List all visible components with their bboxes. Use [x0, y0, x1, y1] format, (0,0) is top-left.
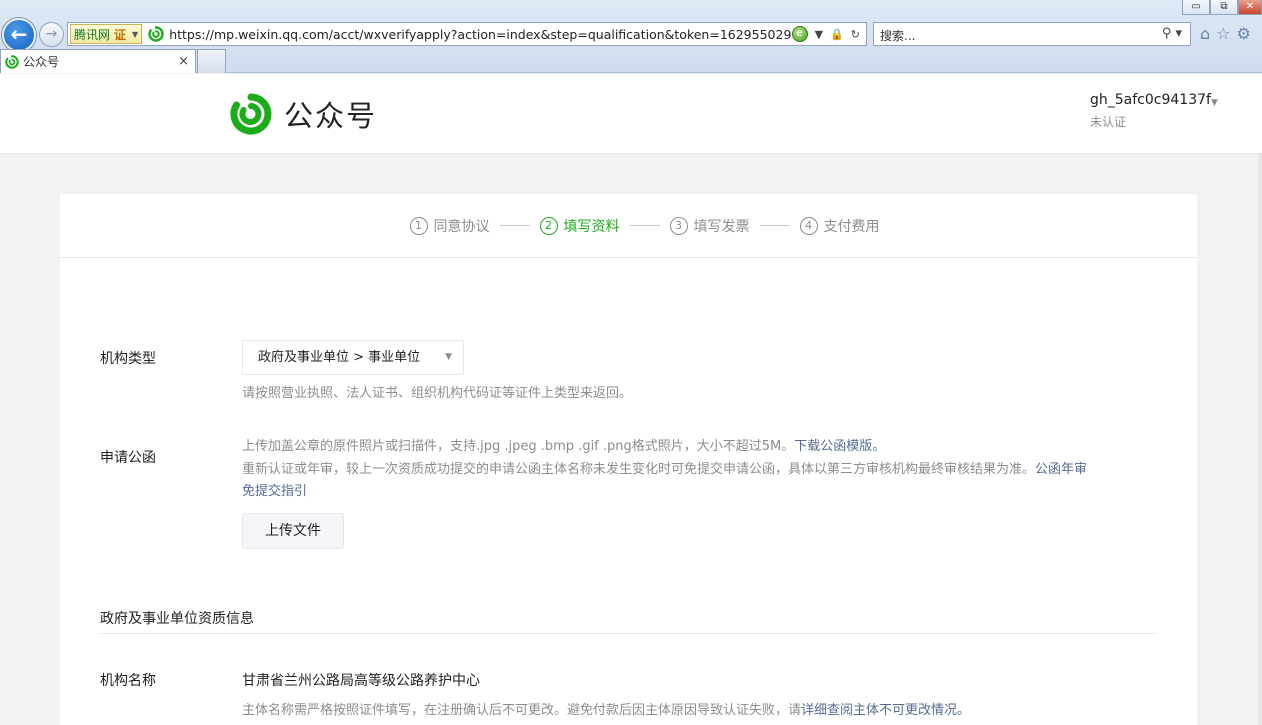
step-number: 3: [669, 216, 688, 235]
tab-favicon-icon: [5, 54, 19, 69]
logo-text: 公众号: [284, 99, 378, 133]
restore-button[interactable]: ⧉: [1210, 0, 1238, 15]
account-name: gh_5afc0c94137f: [1090, 92, 1211, 108]
application-letter-tip: 上传加盖公章的原件照片或扫描件，支持.jpg .jpeg .bmp .gif .…: [242, 436, 1157, 459]
refresh-icon[interactable]: ↻: [851, 28, 860, 41]
tab-active[interactable]: 公众号 ×: [0, 49, 196, 73]
step-number: 2: [539, 216, 558, 235]
chevron-down-icon[interactable]: ▼: [815, 28, 823, 41]
close-window-button[interactable]: ✕: [1238, 0, 1262, 15]
exemption-text: 重新认证或年审，较上一次资质成功提交的申请公函主体名称未发生变化时可免提交申请公…: [242, 461, 1036, 477]
step-divider: [629, 225, 660, 226]
upload-file-button[interactable]: 上传文件: [242, 512, 344, 549]
gear-icon[interactable]: ⚙: [1237, 24, 1251, 43]
address-bar[interactable]: 腾讯网 证 ▼ https://mp.weixin.qq.com/acct/wx…: [67, 22, 867, 46]
chevron-down-icon: ▼: [445, 352, 452, 362]
org-type-value: 政府及事业单位 > 事业单位: [258, 350, 421, 365]
page-content: 公众号 gh_5afc0c94137f ▼ 未认证 1 同意协议 2 填写资料 …: [0, 74, 1262, 725]
step-divider: [759, 225, 790, 226]
search-placeholder: 搜索...: [880, 29, 916, 43]
site-favicon-icon: [148, 26, 164, 42]
search-icon[interactable]: ⚲ ▾: [1162, 26, 1182, 41]
step-invoice: 3 填写发票: [669, 216, 750, 236]
tab-title: 公众号: [23, 55, 60, 69]
org-name-tip-text: 主体名称需严格按照证件填写，在注册确认后不可更改。避免付款后因主体原因导致认证失…: [242, 703, 802, 718]
tab-bar: 公众号 ×: [0, 49, 1262, 73]
org-name-label: 机构名称: [100, 673, 156, 689]
step-fill-info: 2 填写资料: [539, 216, 620, 236]
compatibility-view-icon[interactable]: e: [791, 26, 808, 42]
url-text[interactable]: https://mp.weixin.qq.com/acct/wxverifyap…: [169, 27, 791, 42]
org-name-value: 甘肃省兰州公路局高等级公路养护中心: [242, 673, 480, 689]
security-provider-badge[interactable]: 腾讯网 证 ▼: [70, 24, 143, 44]
org-type-tip: 请按照营业执照、法人证书、组织机构代码证等证件上类型来返回。: [242, 386, 633, 401]
org-name-tip: 主体名称需严格按照证件填写，在注册确认后不可更改。避免付款后因主体原因导致认证失…: [242, 700, 1157, 723]
window-controls: ▭ ⧉ ✕: [1182, 0, 1262, 16]
download-template-link[interactable]: 下载公函模版。: [794, 439, 885, 454]
provider-label: 腾讯网: [74, 27, 111, 42]
lock-icon[interactable]: 🔒: [830, 28, 844, 41]
org-name-field: 甘肃省兰州公路局高等级公路养护中心 主体名称需严格按照证件填写，在注册确认后不可…: [242, 670, 1157, 723]
exemption-tip: 重新认证或年审，较上一次资质成功提交的申请公函主体名称未发生变化时可免提交申请公…: [242, 459, 1157, 504]
step-label: 同意协议: [433, 218, 490, 235]
application-letter-field: 上传加盖公章的原件照片或扫描件，支持.jpg .jpeg .bmp .gif .…: [242, 436, 1157, 549]
address-tools: e ▼ 🔒 ↻: [791, 26, 866, 42]
unchangeable-info-link[interactable]: 详细查阅主体不可更改情况。: [801, 703, 970, 718]
section-title: 政府及事业单位资质信息: [100, 611, 254, 627]
search-input[interactable]: 搜索... ⚲ ▾: [873, 22, 1191, 46]
verification-status: 未认证: [1090, 115, 1127, 129]
account-menu[interactable]: gh_5afc0c94137f ▼ 未认证: [1090, 92, 1218, 130]
verification-form-card: 1 同意协议 2 填写资料 3 填写发票 4 支付费用 机构类型 政府及事业单位…: [60, 194, 1197, 725]
org-type-field: 政府及事业单位 > 事业单位 ▼ 请按照营业执照、法人证书、组织机构代码证等证件…: [242, 340, 632, 406]
annual-review-link-text-a: 公函年审: [1035, 461, 1088, 477]
section-divider: [100, 633, 1157, 634]
application-letter-label: 申请公函: [100, 450, 156, 466]
step-agreement: 1 同意协议: [409, 216, 490, 236]
org-type-label: 机构类型: [100, 351, 156, 367]
step-payment: 4 支付费用: [799, 216, 880, 236]
chevron-down-icon: ▼: [132, 29, 139, 39]
home-icon[interactable]: ⌂: [1200, 24, 1210, 43]
step-label: 支付费用: [823, 218, 880, 235]
certificate-label: 证: [114, 27, 127, 42]
progress-steps: 1 同意协议 2 填写资料 3 填写发票 4 支付费用: [60, 194, 1197, 258]
annual-review-link-text-b: 免提交指引: [242, 484, 308, 499]
step-label: 填写发票: [693, 218, 750, 235]
close-tab-icon[interactable]: ×: [178, 54, 189, 69]
site-logo[interactable]: 公众号: [230, 93, 377, 135]
step-number: 4: [799, 216, 818, 235]
forward-button[interactable]: →: [39, 22, 64, 47]
toolbar-icons: ⌂ ☆ ⚙: [1200, 24, 1251, 43]
step-number: 1: [409, 216, 428, 235]
back-button[interactable]: ←: [2, 18, 36, 52]
page-scrollbar[interactable]: [1258, 154, 1262, 725]
chevron-down-icon[interactable]: ▼: [1211, 98, 1218, 108]
new-tab-button[interactable]: [197, 49, 226, 73]
upload-requirements-text: 上传加盖公章的原件照片或扫描件，支持.jpg .jpeg .bmp .gif .…: [242, 439, 795, 454]
step-divider: [499, 225, 530, 226]
site-header: 公众号 gh_5afc0c94137f ▼ 未认证: [0, 74, 1262, 154]
wechat-official-account-logo-icon: [230, 93, 272, 135]
browser-chrome: ▭ ⧉ ✕ ← → 腾讯网 证 ▼ https://mp.weixin.qq.c…: [0, 0, 1262, 73]
favorites-star-icon[interactable]: ☆: [1216, 24, 1230, 43]
minimize-button[interactable]: ▭: [1182, 0, 1210, 15]
step-label: 填写资料: [563, 218, 620, 235]
org-type-select[interactable]: 政府及事业单位 > 事业单位 ▼: [242, 340, 464, 375]
